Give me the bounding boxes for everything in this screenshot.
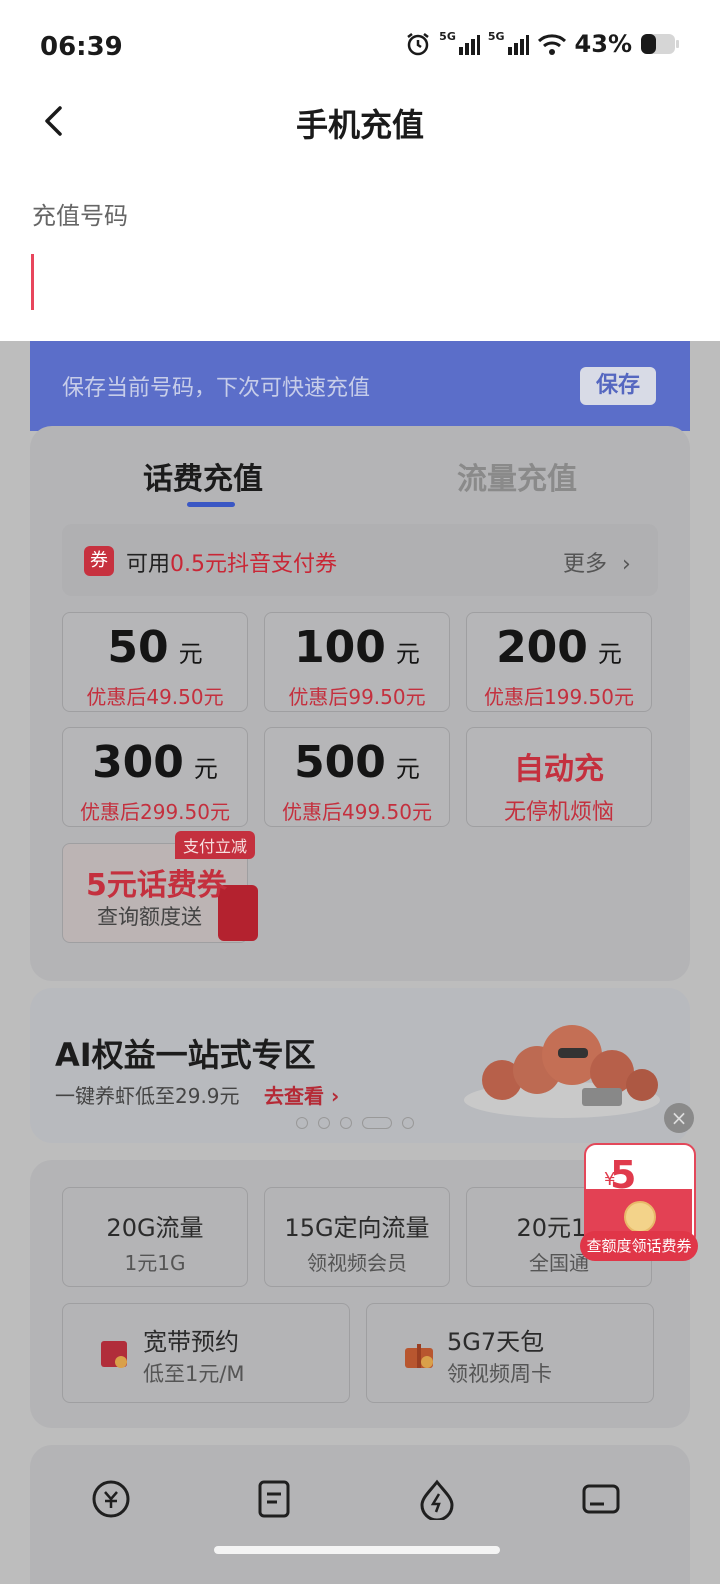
- chevron-right-icon: ›: [622, 552, 631, 577]
- ai-banner-sub: 一键养虾低至29.9元: [55, 1084, 240, 1108]
- carousel-dots: [296, 1117, 414, 1129]
- save-number-text: 保存当前号码，下次可快速充值: [62, 376, 371, 401]
- auto-recharge-sub: 无停机烦恼: [503, 800, 614, 825]
- alarm-icon: [407, 33, 429, 56]
- tab-phone-bill[interactable]: 话费充值: [143, 454, 263, 498]
- yuan-cycle-icon[interactable]: [90, 1478, 132, 1520]
- net-5g-label-1: 5G: [439, 30, 456, 43]
- amount-discount: 优惠后49.50元: [86, 685, 224, 709]
- carousel-dot: [318, 1117, 330, 1129]
- voucher-sub: 查询额度送: [97, 905, 202, 929]
- float-close-icon[interactable]: ×: [664, 1103, 694, 1133]
- amount-unit: 元: [597, 640, 622, 668]
- amount-option-500[interactable]: 500 元 优惠后499.50元: [264, 727, 450, 827]
- wifi-icon: [537, 34, 566, 55]
- amount-option-200[interactable]: 200 元 优惠后199.50元: [466, 612, 652, 712]
- amount-value: 50: [107, 622, 169, 673]
- coin-icon: [624, 1201, 656, 1233]
- amount-discount: 优惠后299.50元: [80, 800, 230, 824]
- service-title: 5G7天包: [447, 1328, 545, 1356]
- carousel-dot: [402, 1117, 414, 1129]
- amount-option-50[interactable]: 50 元 优惠后49.50元: [62, 612, 248, 712]
- amount-value: 500: [294, 737, 386, 788]
- amount-unit: 元: [395, 755, 420, 783]
- service-title: 宽带预约: [143, 1328, 239, 1356]
- home-indicator[interactable]: [214, 1546, 500, 1554]
- amount-discount: 优惠后199.50元: [484, 685, 634, 709]
- ai-banner-title: AI权益一站式专区: [55, 1036, 316, 1074]
- service-sub: 领视频会员: [307, 1251, 407, 1275]
- signal-icon: [458, 35, 480, 55]
- amount-unit: 元: [178, 640, 203, 668]
- voucher-badge: 支付立减: [175, 831, 256, 859]
- auto-recharge-title: 自动充: [514, 752, 604, 787]
- battery-percent: 43%: [574, 30, 632, 58]
- net-5g-label-2: 5G: [487, 30, 505, 43]
- broadband-icon: [101, 1341, 127, 1368]
- status-time: 06:39: [40, 32, 123, 62]
- card-icon[interactable]: [580, 1478, 622, 1520]
- amount-value: 200: [496, 622, 588, 673]
- page-title: 手机充值: [295, 106, 424, 144]
- service-15g-directed[interactable]: 15G定向流量 领视频会员: [264, 1187, 450, 1287]
- amount-discount: 优惠后499.50元: [282, 800, 432, 824]
- service-title: 20G流量: [106, 1214, 204, 1242]
- service-broadband[interactable]: 宽带预约 低至1元/M: [62, 1303, 350, 1403]
- coupon-more-link[interactable]: 更多 ›: [563, 546, 631, 578]
- service-title: 15G定向流量: [284, 1214, 430, 1242]
- chevron-right-icon: ›: [330, 1084, 340, 1108]
- more-label: 更多: [563, 552, 608, 577]
- service-sub: 领视频周卡: [447, 1362, 552, 1386]
- carousel-dot-active: [362, 1117, 392, 1129]
- coupon-highlight: 0.5元抖音支付券: [170, 552, 338, 577]
- signal-icon-2: [507, 35, 529, 55]
- phone-number-input[interactable]: [31, 254, 34, 310]
- gift-icon: [405, 1344, 433, 1368]
- amount-discount: 优惠后99.50元: [288, 685, 426, 709]
- shrimp-mascot-image: [464, 1025, 660, 1118]
- tab-active-indicator: [187, 502, 235, 507]
- amount-value: 300: [92, 737, 184, 788]
- ai-banner-link[interactable]: 去查看 ›: [264, 1080, 339, 1109]
- floating-coupon[interactable]: ¥ 5 查额度领话费券: [580, 1143, 700, 1271]
- service-sub: 低至1元/M: [143, 1362, 245, 1386]
- coupon-text: 可用0.5元抖音支付券: [126, 546, 337, 578]
- coupon-icon: 券: [84, 546, 114, 576]
- amount-unit: 元: [193, 755, 218, 783]
- amount-unit: 元: [395, 640, 420, 668]
- battery-icon: [641, 34, 679, 54]
- amount-value: 100: [294, 622, 386, 673]
- save-button[interactable]: 保存: [580, 367, 656, 405]
- carousel-dot: [340, 1117, 352, 1129]
- service-5g-pack[interactable]: 5G7天包 领视频周卡: [366, 1303, 654, 1403]
- document-icon[interactable]: [254, 1478, 296, 1520]
- auto-recharge-option[interactable]: 自动充 无停机烦恼: [466, 727, 652, 827]
- phone-number-label: 充值号码: [32, 202, 128, 230]
- amount-option-100[interactable]: 100 元 优惠后99.50元: [264, 612, 450, 712]
- voucher-title: 5元话费券: [86, 868, 227, 903]
- service-sub: 1元1G: [124, 1251, 186, 1275]
- service-20g-data[interactable]: 20G流量 1元1G: [62, 1187, 248, 1287]
- tab-data[interactable]: 流量充值: [457, 454, 577, 498]
- lightning-drop-icon[interactable]: [416, 1478, 458, 1520]
- amount-option-300[interactable]: 300 元 优惠后299.50元: [62, 727, 248, 827]
- carousel-dot: [296, 1117, 308, 1129]
- coupon-prefix: 可用: [126, 552, 171, 577]
- status-icons: 5G 5G 43%: [405, 30, 680, 58]
- ai-link-label: 去查看: [264, 1084, 324, 1108]
- float-label: 查额度领话费券: [580, 1231, 698, 1261]
